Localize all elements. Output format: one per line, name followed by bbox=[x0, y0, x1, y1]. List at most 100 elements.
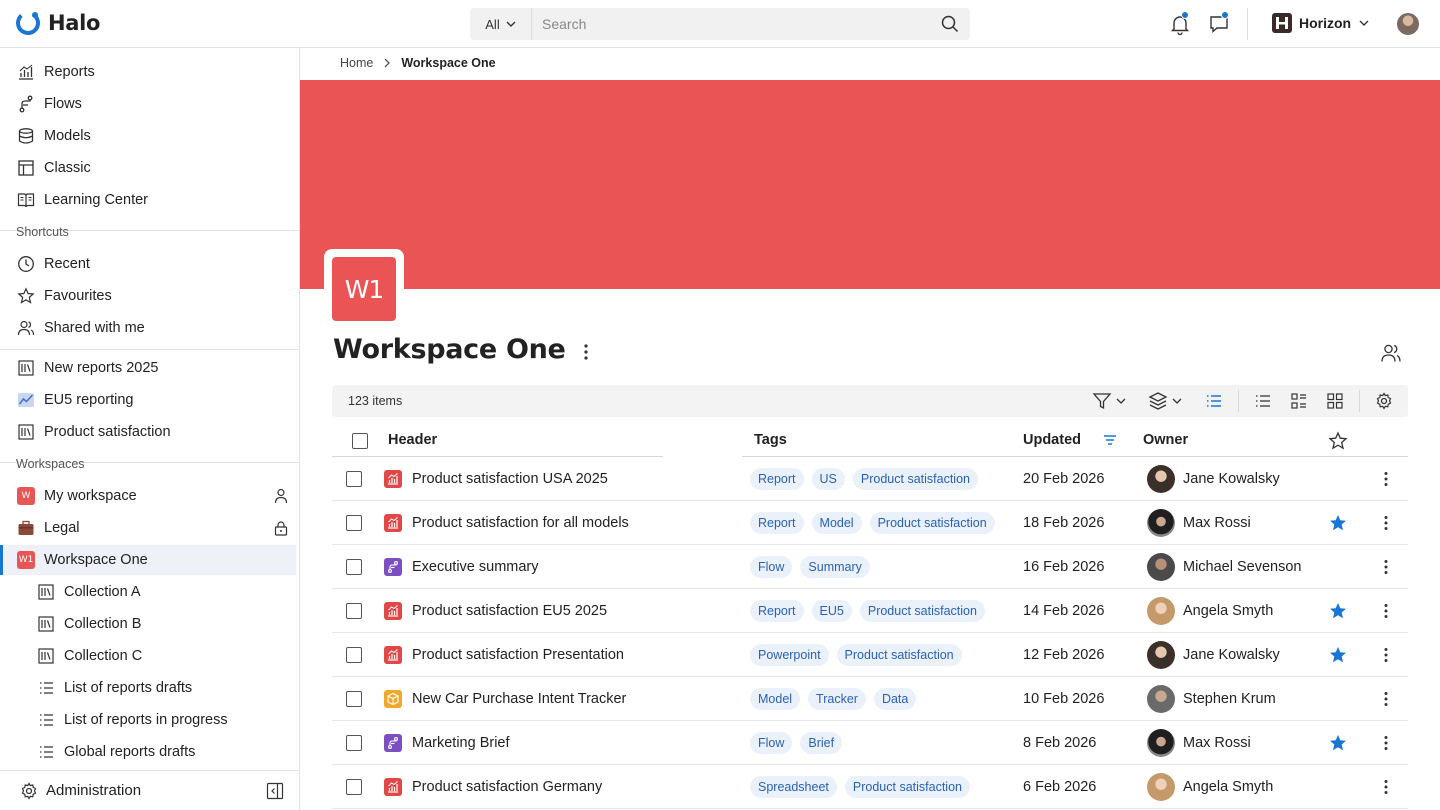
sidebar-item-classic[interactable]: Classic bbox=[0, 153, 296, 183]
item-title[interactable]: Product satisfaction Presentation bbox=[412, 647, 624, 663]
messages-button[interactable] bbox=[1207, 11, 1231, 36]
tag-chip[interactable]: Model bbox=[811, 512, 862, 534]
item-title[interactable]: Marketing Brief bbox=[412, 735, 510, 751]
sidebar-item-favourites[interactable]: Favourites bbox=[0, 281, 296, 311]
item-title[interactable]: Product satisfaction Germany bbox=[412, 779, 602, 795]
org-switcher[interactable]: Horizon bbox=[1272, 13, 1370, 33]
view-list-button[interactable] bbox=[1254, 390, 1272, 412]
table-row[interactable]: Product satisfaction USA 2025 Report US Pr… bbox=[332, 457, 1408, 501]
sidebar-item-global-reports-drafts[interactable]: Global reports drafts bbox=[0, 737, 296, 767]
sidebar-item-flows[interactable]: Flows bbox=[0, 89, 296, 119]
list-settings-button[interactable] bbox=[1375, 390, 1393, 412]
row-checkbox[interactable] bbox=[346, 603, 362, 619]
table-row[interactable]: Marketing Brief Flow Brief 8 Feb 2026 Max… bbox=[332, 721, 1408, 765]
row-menu-button[interactable] bbox=[1376, 601, 1396, 621]
group-by-button[interactable] bbox=[1148, 390, 1182, 412]
row-menu-button[interactable] bbox=[1376, 777, 1396, 797]
item-title[interactable]: Executive summary bbox=[412, 559, 539, 575]
workspace-members-button[interactable] bbox=[1380, 342, 1402, 364]
row-checkbox[interactable] bbox=[346, 691, 362, 707]
tag-chip[interactable]: Tracker bbox=[808, 688, 866, 710]
sidebar-item-learning-center[interactable]: Learning Center bbox=[0, 185, 296, 215]
item-title[interactable]: New Car Purchase Intent Tracker bbox=[412, 691, 626, 707]
tag-chip[interactable]: Model bbox=[750, 688, 801, 710]
sidebar-item-eu5-reporting[interactable]: EU5 reporting bbox=[0, 385, 296, 415]
table-row[interactable]: Executive summary Flow Summary 16 Feb 202… bbox=[332, 545, 1408, 589]
search-scope-dropdown[interactable]: All bbox=[470, 8, 532, 40]
tag-chip[interactable]: Powerpoint bbox=[750, 644, 829, 666]
sidebar-item-collection-b[interactable]: Collection B bbox=[0, 609, 296, 639]
table-row[interactable]: Product satisfaction Presentation Powerp… bbox=[332, 633, 1408, 677]
tag-chip[interactable]: Flow bbox=[750, 732, 793, 754]
search-button[interactable] bbox=[930, 8, 970, 40]
sidebar-item-list-of-reports-drafts[interactable]: List of reports drafts bbox=[0, 673, 296, 703]
sidebar-item-list-of-reports-in-progress[interactable]: List of reports in progress bbox=[0, 705, 296, 735]
filter-button[interactable] bbox=[1092, 390, 1126, 412]
tag-chip[interactable]: Product satisfaction bbox=[869, 512, 995, 534]
tag-chip[interactable]: Product satisfaction bbox=[836, 644, 962, 666]
row-checkbox[interactable] bbox=[346, 735, 362, 751]
workspace-menu-button[interactable] bbox=[576, 340, 596, 364]
tag-chip[interactable]: Summary bbox=[800, 556, 870, 578]
view-detail-button[interactable] bbox=[1290, 390, 1308, 412]
row-checkbox[interactable] bbox=[346, 559, 362, 575]
owner-name: Jane Kowalsky bbox=[1183, 647, 1280, 663]
tag-chip[interactable]: US bbox=[811, 468, 845, 490]
sort-descending-button[interactable] bbox=[1103, 434, 1117, 446]
sidebar-item-reports[interactable]: Reports bbox=[0, 57, 296, 87]
table-row[interactable]: Product satisfaction EU5 2025 Report EU5 P… bbox=[332, 589, 1408, 633]
row-checkbox[interactable] bbox=[346, 779, 362, 795]
favourite-star-filled-icon[interactable] bbox=[1328, 601, 1348, 621]
view-list-compact-button[interactable] bbox=[1205, 390, 1223, 412]
row-menu-button[interactable] bbox=[1376, 689, 1396, 709]
tag-chip[interactable]: Product satisfaction bbox=[859, 600, 985, 622]
sidebar-item-workspace-one[interactable]: W1 Workspace One bbox=[0, 545, 296, 575]
tag-chip[interactable]: Report bbox=[750, 512, 804, 534]
sidebar-item-shared-with-me[interactable]: Shared with me bbox=[0, 313, 296, 343]
row-checkbox[interactable] bbox=[346, 515, 362, 531]
favourite-column-header[interactable] bbox=[1328, 431, 1348, 451]
tag-chip[interactable]: Product satisfaction bbox=[844, 776, 970, 798]
favourite-star-filled-icon[interactable] bbox=[1328, 733, 1348, 753]
tag-chip[interactable]: Brief bbox=[800, 732, 843, 754]
row-menu-button[interactable] bbox=[1376, 513, 1396, 533]
table-row[interactable]: Product satisfaction for all models Repo… bbox=[332, 501, 1408, 545]
item-title[interactable]: Product satisfaction USA 2025 bbox=[412, 471, 608, 487]
sidebar-item-product-satisfaction[interactable]: Product satisfaction bbox=[0, 417, 296, 447]
favourite-star-filled-icon[interactable] bbox=[1328, 645, 1348, 665]
row-checkbox[interactable] bbox=[346, 471, 362, 487]
favourite-star-filled-icon[interactable] bbox=[1328, 513, 1348, 533]
sidebar-item-my-workspace[interactable]: W My workspace bbox=[0, 481, 296, 511]
notifications-button[interactable] bbox=[1168, 11, 1192, 36]
row-menu-button[interactable] bbox=[1376, 557, 1396, 577]
sidebar-item-new-reports-2025[interactable]: New reports 2025 bbox=[0, 353, 296, 383]
tag-chip[interactable]: EU5 bbox=[811, 600, 852, 622]
sidebar-item-collection-a[interactable]: Collection A bbox=[0, 577, 296, 607]
user-avatar[interactable] bbox=[1397, 13, 1419, 35]
breadcrumb-home[interactable]: Home bbox=[340, 56, 373, 70]
tag-chip[interactable]: Report bbox=[750, 600, 804, 622]
tag-chip[interactable]: Data bbox=[873, 688, 917, 710]
sidebar-item-collection-c[interactable]: Collection C bbox=[0, 641, 296, 671]
collapse-sidebar-button[interactable] bbox=[266, 782, 284, 800]
view-grid-button[interactable] bbox=[1326, 390, 1344, 412]
select-all-checkbox[interactable] bbox=[352, 433, 368, 449]
row-menu-button[interactable] bbox=[1376, 469, 1396, 489]
sidebar-item-legal[interactable]: Legal bbox=[0, 513, 296, 543]
sidebar-item-models[interactable]: Models bbox=[0, 121, 296, 151]
administration-button[interactable]: Administration bbox=[0, 770, 299, 810]
search-input[interactable] bbox=[532, 8, 930, 40]
tag-chip[interactable]: Flow bbox=[750, 556, 793, 578]
table-row[interactable]: Product satisfaction Germany Spreadsheet… bbox=[332, 765, 1408, 809]
tag-chip[interactable]: Product satisfaction bbox=[852, 468, 978, 490]
tag-chip[interactable]: Report bbox=[750, 468, 804, 490]
item-title[interactable]: Product satisfaction EU5 2025 bbox=[412, 603, 607, 619]
row-menu-button[interactable] bbox=[1376, 733, 1396, 753]
sidebar-item-recent[interactable]: Recent bbox=[0, 249, 296, 279]
app-logo[interactable]: Halo bbox=[14, 9, 100, 37]
row-menu-button[interactable] bbox=[1376, 645, 1396, 665]
row-checkbox[interactable] bbox=[346, 647, 362, 663]
tag-chip[interactable]: Spreadsheet bbox=[750, 776, 837, 798]
table-row[interactable]: New Car Purchase Intent Tracker Model Tra… bbox=[332, 677, 1408, 721]
item-title[interactable]: Product satisfaction for all models bbox=[412, 515, 629, 531]
